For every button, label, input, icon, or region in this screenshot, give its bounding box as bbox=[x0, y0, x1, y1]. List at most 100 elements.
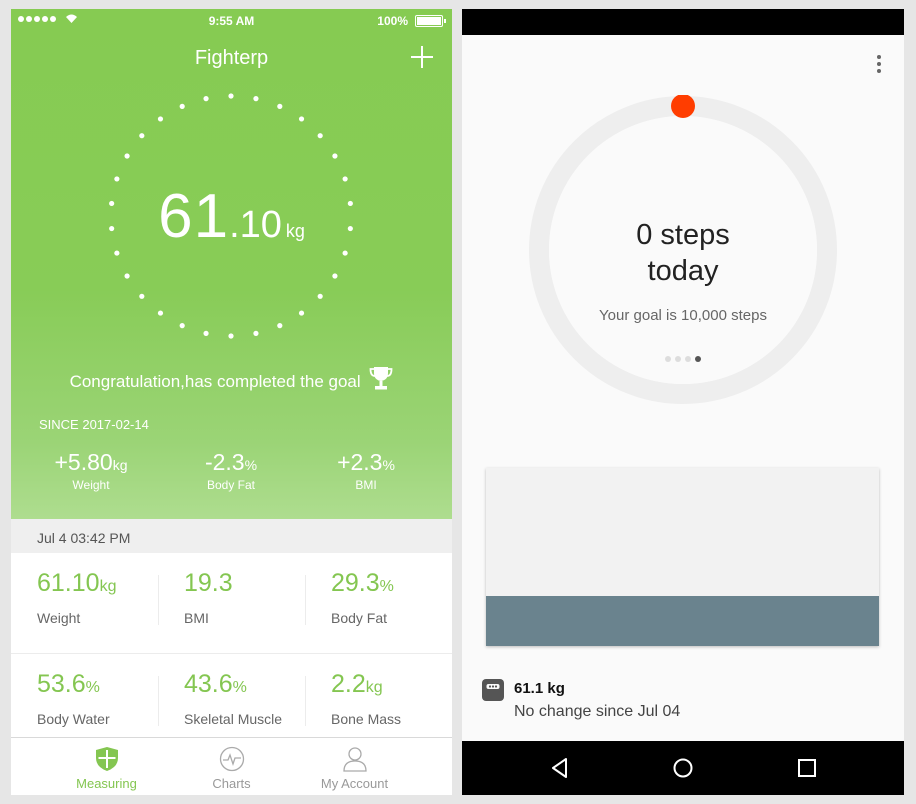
delta-label: BMI bbox=[355, 478, 377, 492]
tab-my-account[interactable]: My Account bbox=[281, 738, 428, 795]
dial-dot bbox=[203, 330, 209, 336]
delta-bmi: +2.3% BMI bbox=[306, 449, 426, 492]
dial-dot bbox=[179, 103, 185, 109]
steps-line: today bbox=[647, 255, 719, 287]
battery-icon bbox=[415, 15, 446, 27]
page-dot bbox=[665, 356, 671, 362]
metric-unit: % bbox=[379, 578, 394, 595]
goal-message-text: Congratulation,has completed the goal bbox=[69, 372, 361, 391]
recents-icon[interactable] bbox=[795, 756, 819, 780]
dial-dot bbox=[317, 133, 323, 139]
measurement-date: Jul 4 03:42 PM bbox=[11, 519, 452, 553]
delta-summary: +5.80kg Weight -2.3% Body Fat +2.3% BMI bbox=[11, 449, 452, 499]
person-icon bbox=[342, 747, 367, 772]
weight-decimal: .10 bbox=[229, 204, 282, 246]
status-bar bbox=[462, 9, 904, 35]
dial-dot bbox=[298, 310, 305, 316]
hero-panel: 9:55 AM 100% Fighterp 61.10 kg Congratula… bbox=[11, 9, 452, 519]
scale-icon bbox=[482, 679, 504, 701]
metrics-row: 61.10kg Weight 19.3 BMI 29.3% Body Fat bbox=[11, 553, 452, 647]
dial-dot bbox=[277, 323, 283, 329]
shield-icon bbox=[95, 747, 118, 771]
dial-dot bbox=[253, 330, 259, 336]
metric-label: Bone Mass bbox=[331, 711, 402, 727]
pulse-icon bbox=[219, 746, 244, 772]
delta-unit: kg bbox=[112, 457, 128, 473]
dial-dot bbox=[332, 153, 338, 159]
app-title: Fighterp bbox=[194, 47, 269, 69]
metric-unit: % bbox=[232, 679, 247, 696]
dial-dot bbox=[124, 273, 130, 279]
steps-line: 0 steps bbox=[636, 219, 730, 251]
trophy-icon bbox=[370, 367, 393, 390]
add-button[interactable] bbox=[410, 45, 434, 69]
tab-bar: Measuring Charts My Account bbox=[11, 737, 452, 795]
weight-integer: 61 bbox=[158, 182, 230, 251]
metric-body-water[interactable]: 53.6% Body Water bbox=[11, 654, 158, 748]
delta-value: +2.3 bbox=[337, 449, 383, 475]
metric-label: Body Water bbox=[37, 711, 110, 727]
weight-summary[interactable]: 61.1 kg bbox=[514, 680, 565, 697]
metric-value: 29.3 bbox=[331, 569, 380, 597]
metric-value: 19.3 bbox=[184, 569, 233, 597]
dial-dot bbox=[179, 323, 185, 329]
dial-dot bbox=[253, 96, 259, 102]
metrics-grid: 61.10kg Weight 19.3 BMI 29.3% Body Fat 5… bbox=[11, 553, 452, 739]
delta-label: Weight bbox=[72, 478, 110, 492]
metric-value: 2.2 bbox=[331, 670, 366, 698]
dial-dot bbox=[203, 96, 209, 102]
metric-bmi[interactable]: 19.3 BMI bbox=[158, 553, 305, 647]
home-icon[interactable] bbox=[671, 756, 695, 780]
metric-label: Weight bbox=[37, 610, 81, 626]
page-dot bbox=[675, 356, 681, 362]
card-band bbox=[486, 596, 879, 646]
metric-value: 53.6 bbox=[37, 670, 86, 698]
goal-message: Congratulation,has completed the goal bbox=[11, 365, 452, 392]
metrics-row: 53.6% Body Water 43.6% Skeletal Muscle 2… bbox=[11, 653, 452, 747]
metric-bone-mass[interactable]: 2.2kg Bone Mass bbox=[305, 654, 452, 748]
weight-unit: kg bbox=[285, 221, 305, 241]
metric-body-fat[interactable]: 29.3% Body Fat bbox=[305, 553, 452, 647]
metric-label: Skeletal Muscle bbox=[184, 711, 283, 727]
since-date: SINCE 2017-02-14 bbox=[39, 417, 149, 432]
steps-app-screen: 0 steps today Your goal is 10,000 steps … bbox=[462, 9, 904, 795]
activity-card[interactable] bbox=[486, 468, 879, 646]
page-dot bbox=[685, 356, 691, 362]
dial-dot bbox=[317, 293, 323, 299]
delta-value: +5.80 bbox=[54, 449, 113, 475]
metric-value: 61.10 bbox=[37, 569, 100, 597]
android-nav-bar bbox=[462, 741, 904, 795]
delta-weight: +5.80kg Weight bbox=[31, 449, 151, 492]
metric-label: Body Fat bbox=[331, 610, 388, 626]
metric-unit: kg bbox=[365, 679, 383, 696]
weight-readout: 61.10 kg bbox=[11, 181, 452, 252]
dial-dot bbox=[124, 153, 130, 159]
steps-count: 0 steps today bbox=[462, 217, 904, 289]
weight-change: No change since Jul 04 bbox=[514, 703, 681, 720]
dial-dot bbox=[332, 273, 338, 279]
metric-skeletal-muscle[interactable]: 43.6% Skeletal Muscle bbox=[158, 654, 305, 748]
delta-label: Body Fat bbox=[206, 478, 256, 492]
back-icon[interactable] bbox=[548, 756, 572, 780]
dial-dot bbox=[277, 103, 283, 109]
metric-unit: % bbox=[85, 679, 100, 696]
tab-label: Measuring bbox=[76, 776, 137, 791]
status-bar: 9:55 AM 100% bbox=[11, 13, 452, 29]
battery-percent: 100% bbox=[377, 14, 408, 28]
dial-dot bbox=[139, 293, 145, 299]
progress-indicator bbox=[671, 95, 695, 118]
dial-dot bbox=[298, 116, 305, 122]
weight-app-screen: 9:55 AM 100% Fighterp 61.10 kg Congratula… bbox=[11, 9, 452, 795]
dial-dot bbox=[139, 133, 145, 139]
metric-weight[interactable]: 61.10kg Weight bbox=[11, 553, 158, 647]
delta-value: -2.3 bbox=[204, 449, 245, 475]
metric-label: BMI bbox=[184, 610, 209, 626]
overflow-menu-icon[interactable] bbox=[876, 55, 882, 75]
page-dot bbox=[695, 356, 701, 362]
dial-dot bbox=[228, 333, 234, 339]
tab-label: My Account bbox=[320, 776, 389, 791]
steps-goal: Your goal is 10,000 steps bbox=[599, 307, 767, 324]
tab-label: Charts bbox=[212, 776, 251, 791]
dial-dot bbox=[228, 93, 234, 99]
dial-dot bbox=[157, 116, 164, 122]
